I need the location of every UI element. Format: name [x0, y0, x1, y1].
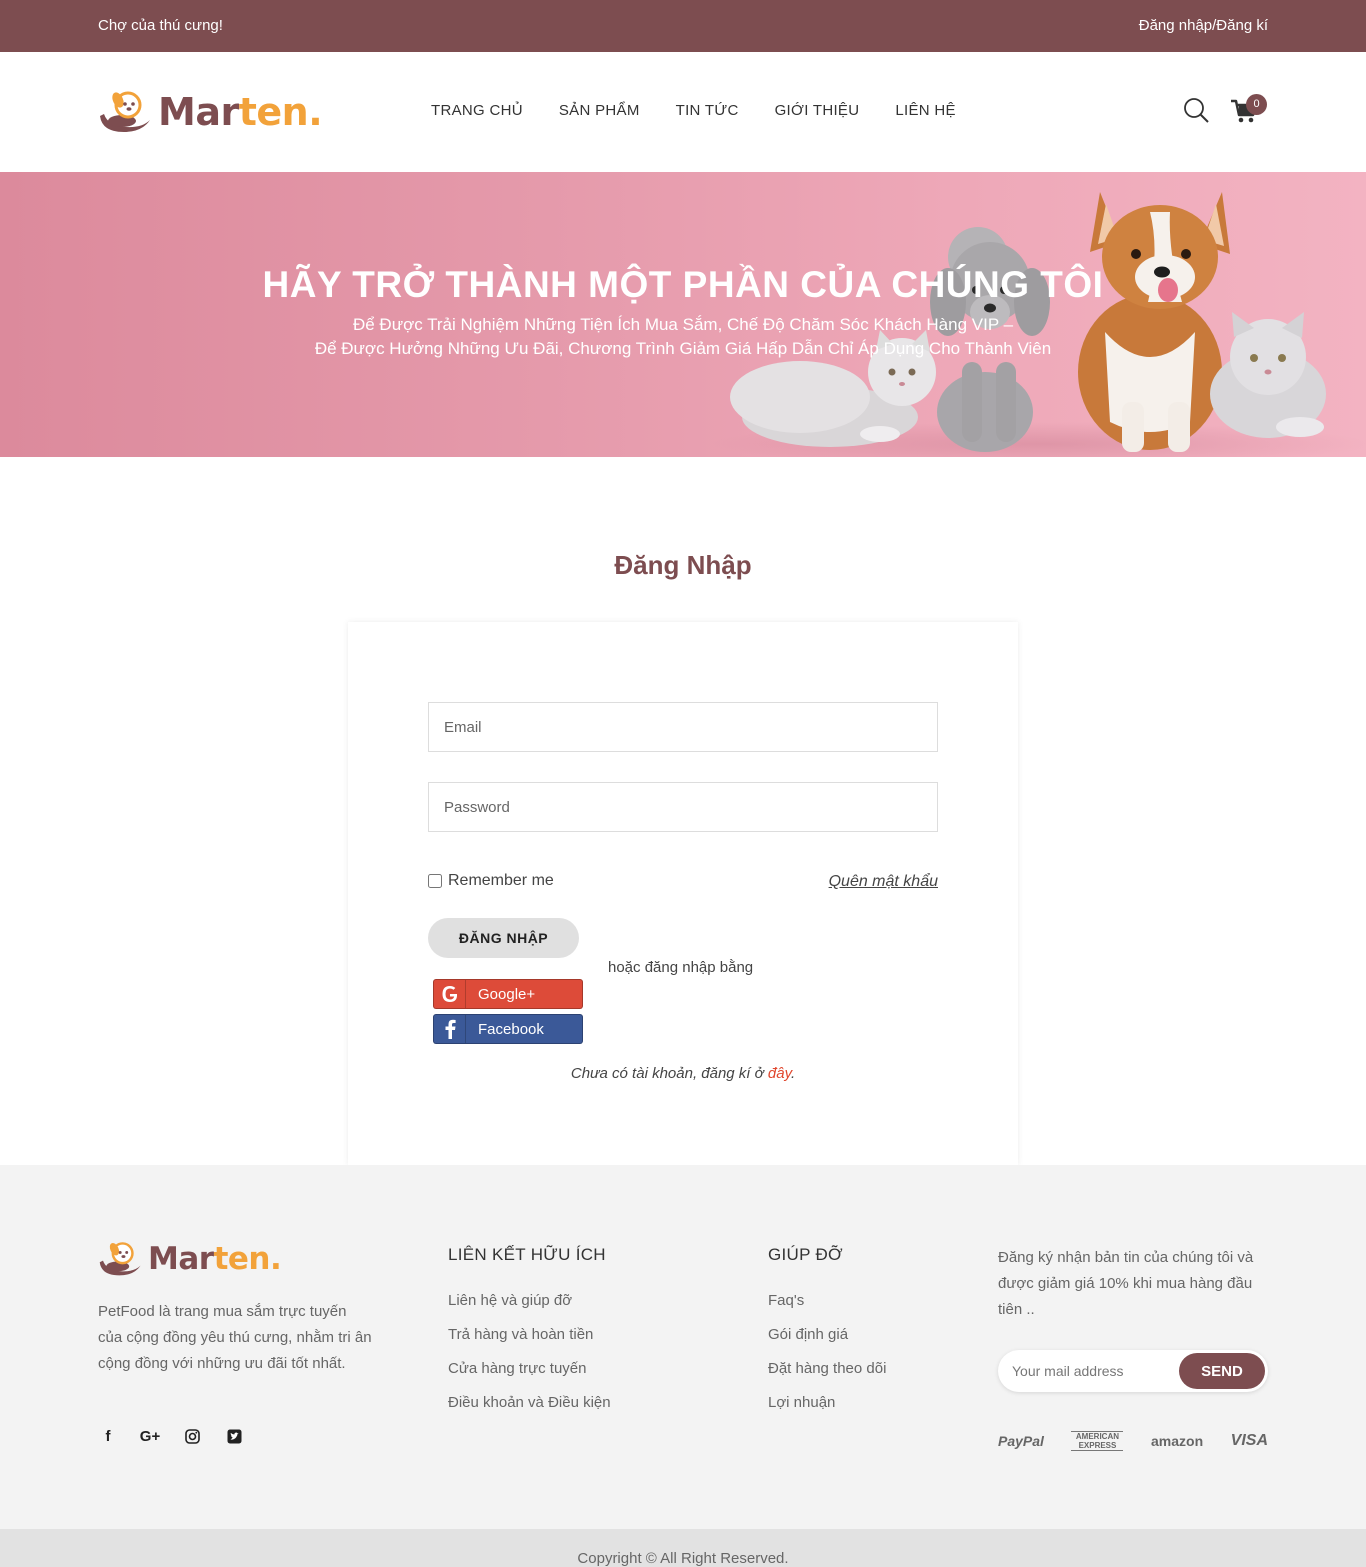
login-form: Remember me Quên mật khẩu ĐĂNG NHẬP hoặc…	[348, 622, 1018, 1165]
payment-methods: PayPal AMERICAN EXPRESS amazon VISA	[998, 1431, 1268, 1451]
header: Marten. TRANG CHỦ SẢN PHẨM TIN TỨC GIỚI …	[0, 52, 1366, 172]
cart-count-badge: 0	[1246, 94, 1267, 115]
visa-logo: VISA	[1230, 1432, 1268, 1449]
footer-logo-text: Marten.	[148, 1240, 282, 1277]
useful-links-title: LIÊN KẾT HỮU ÍCH	[448, 1245, 606, 1264]
signup-prompt: Chưa có tài khoản, đăng kí ở đây.	[570, 1065, 796, 1082]
login-register-link[interactable]: Đăng nhập/Đăng kí	[1139, 17, 1268, 34]
nav-contact[interactable]: LIÊN HỆ	[895, 102, 955, 119]
hero-title: HÃY TRỞ THÀNH MỘT PHẦN CỦA CHÚNG TÔI	[262, 264, 1104, 305]
amazon-logo: amazon	[1151, 1433, 1204, 1449]
facebook-login-label: Facebook	[478, 1020, 544, 1038]
amex-logo: AMERICAN EXPRESS	[1071, 1431, 1124, 1451]
google-login-button[interactable]: Google+	[433, 979, 583, 1009]
logo[interactable]: Marten.	[98, 88, 323, 136]
newsletter-form: SEND	[998, 1350, 1268, 1392]
facebook-icon[interactable]: f	[98, 1427, 118, 1445]
email-field[interactable]	[428, 702, 938, 752]
newsletter-send-button[interactable]: SEND	[1179, 1353, 1265, 1389]
remember-me[interactable]: Remember me	[428, 872, 554, 890]
footer-link-faq[interactable]: Faq's	[768, 1291, 886, 1310]
newsletter-email-input[interactable]	[1012, 1350, 1172, 1392]
footer: Marten. PetFood là trang mua sắm trực tu…	[0, 1165, 1366, 1529]
nav-products[interactable]: SẢN PHẨM	[559, 102, 640, 119]
footer-link-pricing[interactable]: Gói định giá	[768, 1325, 886, 1344]
tagline: Chợ của thú cưng!	[98, 17, 223, 34]
newsletter-text: Đăng ký nhận bản tin của chúng tôi và đư…	[998, 1249, 1254, 1318]
logo-text: Marten.	[158, 90, 323, 134]
footer-link-contact-help[interactable]: Liên hệ và giúp đỡ	[448, 1291, 611, 1310]
remember-me-checkbox[interactable]	[428, 874, 442, 888]
footer-logo[interactable]: Marten.	[98, 1240, 282, 1277]
footer-link-order-tracking[interactable]: Đặt hàng theo dõi	[768, 1359, 886, 1378]
signup-link[interactable]: đây	[768, 1065, 791, 1082]
footer-link-terms[interactable]: Điều khoản và Điều kiện	[448, 1393, 611, 1412]
google-icon	[434, 980, 466, 1008]
search-icon[interactable]	[1182, 96, 1210, 124]
password-field[interactable]	[428, 782, 938, 832]
footer-link-profits[interactable]: Lợi nhuận	[768, 1393, 886, 1412]
pet-logo-icon	[99, 1242, 141, 1276]
forgot-password-link[interactable]: Quên mật khẩu	[829, 873, 938, 891]
footer-useful-links: LIÊN KẾT HỮU ÍCH Liên hệ và giúp đỡ Trả …	[448, 1245, 611, 1427]
main-nav: TRANG CHỦ SẢN PHẨM TIN TỨC GIỚI THIỆU LI…	[431, 102, 956, 119]
login-title: Đăng Nhập	[614, 550, 752, 580]
pet-logo-icon	[100, 91, 150, 132]
facebook-icon	[434, 1015, 466, 1043]
footer-link-returns[interactable]: Trả hàng và hoàn tiền	[448, 1325, 611, 1344]
footer-about-text: PetFood là trang mua sắm trực tuyến của …	[98, 1303, 372, 1372]
footer-link-online-store[interactable]: Cửa hàng trực tuyến	[448, 1359, 611, 1378]
google-plus-icon[interactable]: G+	[140, 1427, 160, 1445]
paypal-logo: PayPal	[998, 1433, 1044, 1449]
login-button[interactable]: ĐĂNG NHẬP	[428, 918, 579, 958]
nav-about[interactable]: GIỚI THIỆU	[775, 102, 860, 119]
footer-social-links: f G+	[98, 1427, 244, 1445]
facebook-login-button[interactable]: Facebook	[433, 1014, 583, 1044]
hero-subtitle-line1: Để Được Trải Nghiệm Những Tiện Ích Mua S…	[352, 315, 1014, 334]
hero-banner: HÃY TRỞ THÀNH MỘT PHẦN CỦA CHÚNG TÔI Để …	[0, 172, 1366, 457]
nav-news[interactable]: TIN TỨC	[676, 102, 739, 119]
copyright: Copyright © All Right Reserved.	[0, 1529, 1366, 1567]
footer-help: GIÚP ĐỠ Faq's Gói định giá Đặt hàng theo…	[768, 1245, 886, 1427]
remember-me-label: Remember me	[448, 872, 554, 889]
help-title: GIÚP ĐỠ	[768, 1245, 843, 1264]
top-bar: Chợ của thú cưng! Đăng nhập/Đăng kí	[0, 0, 1366, 52]
nav-home[interactable]: TRANG CHỦ	[431, 102, 523, 119]
or-login-with-text: hoặc đăng nhập bằng	[608, 959, 754, 976]
twitter-icon[interactable]	[224, 1427, 244, 1445]
google-login-label: Google+	[478, 985, 536, 1003]
instagram-icon[interactable]	[182, 1427, 202, 1445]
hero-subtitle-line2: Để Được Hưởng Những Ưu Đãi, Chương Trình…	[314, 339, 1052, 358]
